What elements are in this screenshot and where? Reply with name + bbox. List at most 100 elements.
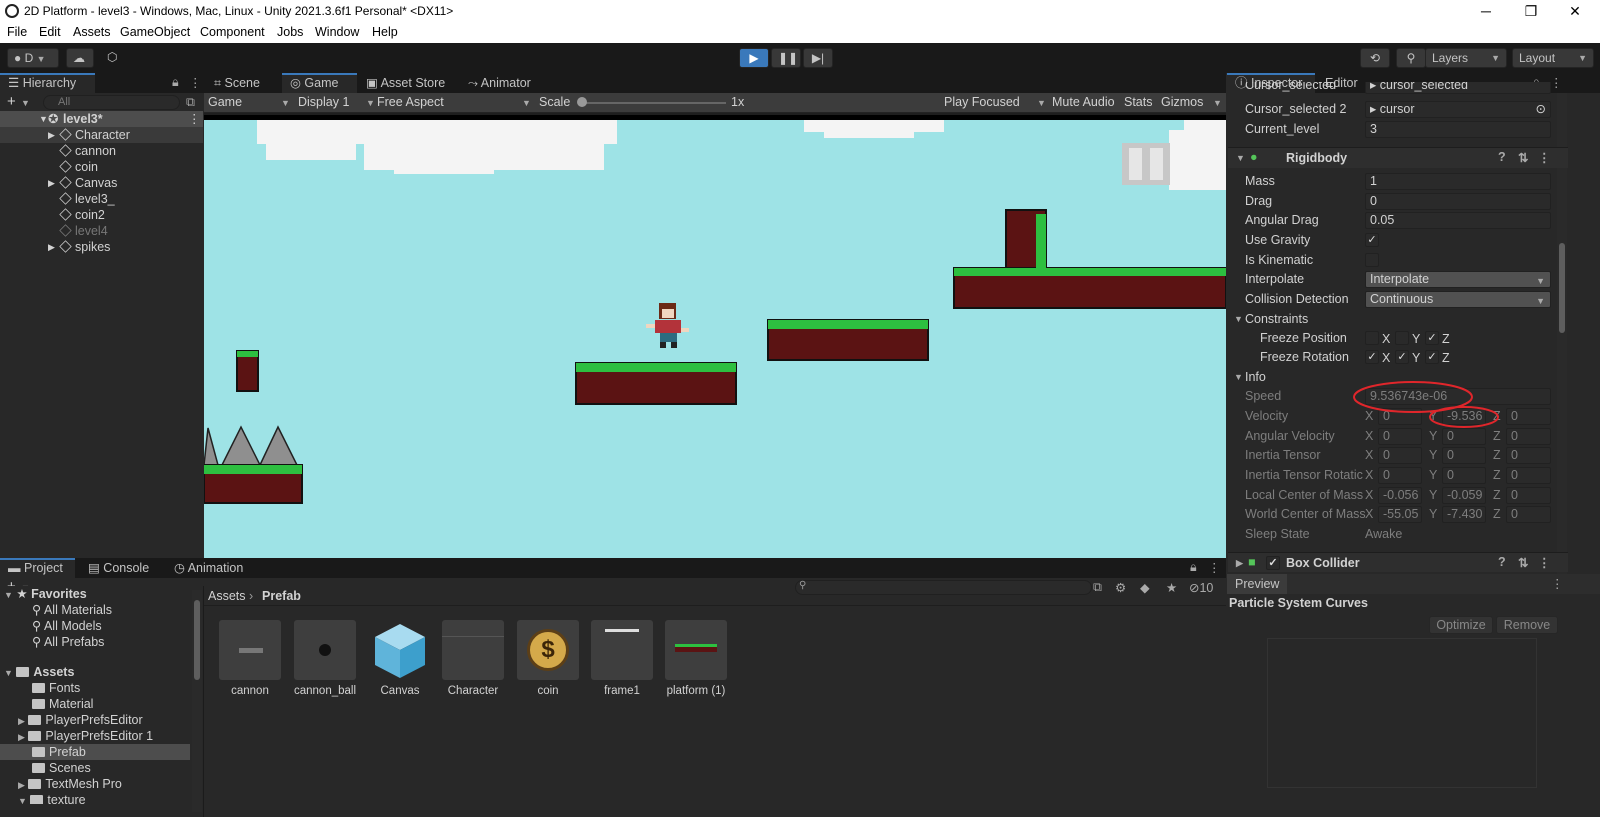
hierarchy-item-coin2[interactable]: coin2 — [0, 207, 203, 223]
rigidbody-header[interactable]: ▼ ● Rigidbody ? ⇅ ⋮ — [1228, 147, 1568, 168]
optimize-button[interactable]: Optimize — [1429, 616, 1493, 634]
layers-dropdown[interactable]: Layers ▼ — [1425, 48, 1507, 68]
hierarchy-search-input[interactable]: All — [43, 95, 180, 110]
freeze-pos-z-checkbox[interactable]: ✓ — [1425, 331, 1439, 345]
tab-console[interactable]: ▤ Console — [80, 558, 157, 578]
display-dropdown[interactable]: Display 1 ▼ — [298, 95, 376, 109]
freeze-rot-z-checkbox[interactable]: ✓ — [1425, 350, 1439, 364]
tab-preview[interactable]: Preview — [1227, 574, 1287, 594]
play-focused-dropdown[interactable]: Play Focused ▼ — [944, 95, 1046, 109]
help-icon[interactable]: ? — [1498, 150, 1506, 164]
search-button[interactable]: ⚲ — [1396, 48, 1426, 68]
expand-icon[interactable]: ▶ — [48, 127, 55, 143]
account-dropdown[interactable]: ● D ▼ — [7, 48, 59, 68]
asset-canvas[interactable]: Canvas — [369, 620, 431, 697]
presets-icon[interactable]: ⇅ — [1518, 555, 1528, 570]
menu-edit[interactable]: Edit — [39, 25, 61, 39]
freeze-pos-y-checkbox[interactable] — [1395, 331, 1409, 345]
close-button[interactable]: ✕ — [1552, 0, 1598, 23]
is-kinematic-checkbox[interactable] — [1365, 253, 1379, 267]
freeze-pos-x-checkbox[interactable] — [1365, 331, 1379, 345]
box-collider-enabled-checkbox[interactable]: ✓ — [1266, 556, 1280, 570]
gizmos-dropdown[interactable]: Gizmos ▼ — [1161, 95, 1223, 109]
folder-material[interactable]: Material — [32, 696, 93, 712]
folder-scenes[interactable]: Scenes — [32, 760, 91, 776]
folder-textmesh-pro[interactable]: ▶ TextMesh Pro — [18, 776, 122, 792]
folder-texture[interactable]: ▼ texture — [18, 792, 86, 804]
component-menu-icon[interactable]: ⋮ — [1538, 150, 1551, 165]
int-field[interactable]: 3 — [1365, 121, 1551, 138]
lock-icon[interactable]: 🔒︎ — [1190, 560, 1197, 575]
asset-cannon-ball[interactable]: cannon_ball — [294, 620, 356, 697]
hierarchy-item-cannon[interactable]: cannon — [0, 143, 203, 159]
hierarchy-item-coin[interactable]: coin — [0, 159, 203, 175]
play-button[interactable]: ▶ — [739, 48, 769, 68]
interpolate-dropdown[interactable]: Interpolate ▼ — [1365, 271, 1551, 288]
mass-input[interactable]: 1 — [1365, 173, 1551, 190]
scene-menu-icon[interactable]: ⋮ — [188, 111, 201, 127]
tab-scene[interactable]: ⌗ Scene — [206, 73, 268, 93]
hierarchy-item-level3[interactable]: level3_ — [0, 191, 203, 207]
cloud-button[interactable]: ☁ — [66, 48, 94, 68]
object-field[interactable]: ▸ cursor ⊙ — [1365, 101, 1551, 118]
add-dropdown-icon[interactable]: ▼ — [21, 98, 30, 108]
remove-button[interactable]: Remove — [1496, 616, 1558, 634]
expand-icon[interactable]: ▶ — [48, 239, 55, 255]
collision-dropdown[interactable]: Continuous ▼ — [1365, 291, 1551, 308]
asset-character[interactable]: Character — [442, 620, 504, 697]
help-icon[interactable]: ? — [1498, 555, 1506, 569]
drag-input[interactable]: 0 — [1365, 193, 1551, 210]
menu-help[interactable]: Help — [372, 25, 398, 39]
menu-file[interactable]: File — [7, 25, 27, 39]
collapse-icon[interactable]: ▼ — [1234, 314, 1243, 324]
maximize-button[interactable]: ❐ — [1508, 0, 1554, 23]
favorites-row[interactable]: ▼ ★ Favorites — [4, 586, 87, 602]
object-picker-icon[interactable]: ⊙ — [1536, 102, 1546, 117]
scene-row[interactable]: ▼ ✪ level3* ⋮ — [0, 111, 203, 127]
hierarchy-item-canvas[interactable]: ▶ Canvas — [0, 175, 203, 191]
tab-project[interactable]: ▬ Project — [0, 558, 75, 578]
tab-asset-store[interactable]: ▣ Asset Store — [358, 73, 453, 93]
collapse-icon[interactable]: ▼ — [1234, 372, 1243, 382]
history-button[interactable]: ⟲ — [1360, 48, 1390, 68]
aspect-dropdown[interactable]: Free Aspect ▼ — [377, 95, 532, 109]
breadcrumb-leaf[interactable]: Prefab — [262, 589, 301, 603]
constraints-foldout[interactable]: ▼ Constraints — [1234, 310, 1564, 329]
asset-frame1[interactable]: frame1 — [591, 620, 653, 697]
collab-button[interactable]: ⬡ — [101, 48, 127, 68]
use-gravity-checkbox[interactable]: ✓ — [1365, 233, 1379, 247]
collapse-icon[interactable]: ▶ — [1236, 558, 1243, 569]
asset-coin[interactable]: $ coin — [517, 620, 579, 697]
tab-animator[interactable]: ⤳ Animator — [460, 73, 539, 93]
tab-hierarchy[interactable]: ☰ Hierarchy — [0, 73, 95, 93]
layout-dropdown[interactable]: Layout ▼ — [1512, 48, 1594, 68]
menu-jobs[interactable]: Jobs — [277, 25, 303, 39]
game-mode-dropdown[interactable]: Game ▼ — [208, 95, 290, 109]
freeze-rot-y-checkbox[interactable]: ✓ — [1395, 350, 1409, 364]
menu-gameobject[interactable]: GameObject — [120, 25, 190, 39]
expand-icon[interactable]: ▶ — [48, 175, 55, 191]
folder-prefab[interactable]: Prefab — [0, 744, 190, 760]
scale-slider-handle[interactable] — [577, 97, 587, 107]
asset-cannon[interactable]: cannon — [219, 620, 281, 697]
assets-root-row[interactable]: ▼ Assets — [4, 664, 74, 680]
preview-menu-icon[interactable]: ⋮ — [1551, 576, 1564, 591]
tab-animation[interactable]: ◷ Animation — [166, 558, 251, 578]
scene-search-icon[interactable]: ⧉ — [186, 95, 195, 110]
folder-playerprefseditor[interactable]: ▶ PlayerPrefsEditor — [18, 712, 143, 728]
angular-drag-input[interactable]: 0.05 — [1365, 212, 1551, 229]
asset-platform-1[interactable]: platform (1) — [665, 620, 727, 697]
hierarchy-item-character[interactable]: ▶ Character — [0, 127, 203, 143]
pause-button[interactable]: ❚❚ — [771, 48, 801, 68]
kebab-menu-icon[interactable]: ⋮ — [1208, 560, 1221, 575]
menu-window[interactable]: Window — [315, 25, 359, 39]
breadcrumb-root[interactable]: Assets — [208, 589, 246, 603]
add-icon[interactable]: + — [7, 93, 16, 110]
minimize-button[interactable]: ─ — [1463, 0, 1509, 23]
folder-playerprefseditor-1[interactable]: ▶ PlayerPrefsEditor 1 — [18, 728, 153, 744]
object-field[interactable]: ▸ cursor_selected — [1365, 82, 1551, 94]
scale-slider-track[interactable] — [581, 102, 726, 104]
freeze-rot-x-checkbox[interactable]: ✓ — [1365, 350, 1379, 364]
lock-icon[interactable]: 🔒︎ — [172, 75, 179, 90]
fav-all-materials[interactable]: ⚲ All Materials — [32, 602, 112, 618]
